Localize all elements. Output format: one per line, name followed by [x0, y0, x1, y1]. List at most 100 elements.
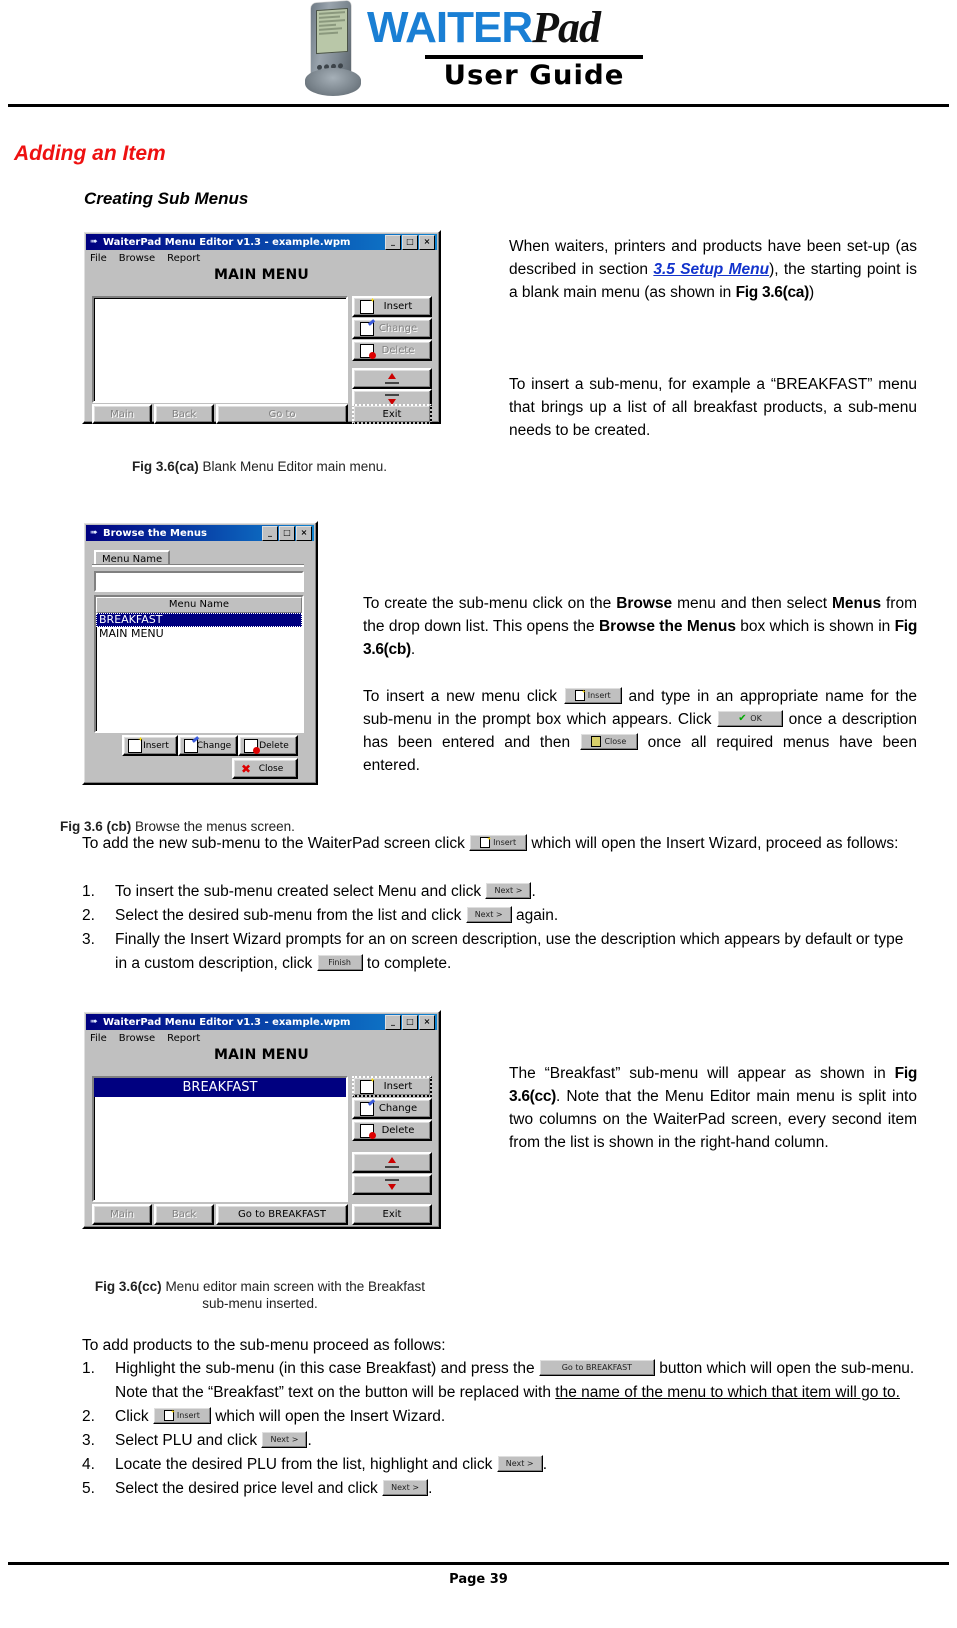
- close-button[interactable]: ×: [296, 525, 312, 541]
- window-title: Browse the Menus: [103, 527, 207, 539]
- menu-browse[interactable]: Browse: [119, 1033, 155, 1044]
- inline-ok-button[interactable]: ✔ OK: [717, 710, 784, 728]
- menu-report[interactable]: Report: [167, 253, 200, 264]
- door-exit-icon: [591, 736, 602, 748]
- menu-browse[interactable]: Browse: [119, 253, 155, 264]
- insert-button[interactable]: Insert: [352, 1076, 432, 1097]
- search-input[interactable]: [94, 571, 304, 592]
- paragraph-6: The “Breakfast” sub-menu will appear as …: [509, 1065, 917, 1151]
- list-item: 5. Select the desired price level and cl…: [82, 1479, 433, 1497]
- move-up-button[interactable]: [352, 1152, 432, 1173]
- titlebar: ➠ Browse the Menus _ □ ×: [86, 525, 314, 541]
- delete-button[interactable]: Delete: [352, 340, 432, 361]
- check-icon: ✔: [738, 713, 747, 725]
- menu-file[interactable]: File: [90, 253, 107, 264]
- list-item[interactable]: MAIN MENU: [96, 627, 302, 641]
- app-icon: ➠: [90, 1017, 98, 1027]
- inline-next-button[interactable]: Next >: [382, 1479, 429, 1497]
- arrow-down-icon: [385, 1179, 399, 1190]
- main-button[interactable]: Main: [92, 1204, 152, 1225]
- new-document-icon: [163, 1410, 174, 1422]
- menu-file[interactable]: File: [90, 1033, 107, 1044]
- screen-title: MAIN MENU: [214, 1047, 309, 1063]
- screen-title: MAIN MENU: [214, 267, 309, 283]
- inline-close-button[interactable]: Close: [579, 733, 638, 751]
- menu-report[interactable]: Report: [167, 1033, 200, 1044]
- exit-button[interactable]: Exit: [352, 1204, 432, 1225]
- inline-next-button[interactable]: Next >: [465, 906, 512, 924]
- change-button[interactable]: Change: [178, 735, 238, 756]
- inline-next-button[interactable]: Next >: [485, 882, 532, 900]
- inline-insert-button[interactable]: Insert: [563, 687, 622, 705]
- figure-cc-caption: Fig 3.6(cc) Menu editor main screen with…: [70, 1278, 450, 1312]
- close-button[interactable]: ✖ Close: [232, 758, 298, 779]
- column-header-menu-name: Menu Name: [96, 597, 302, 613]
- section-subtitle: Creating Sub Menus: [84, 189, 249, 208]
- list-item-breakfast[interactable]: BREAKFAST: [94, 1078, 346, 1097]
- inline-next-button[interactable]: Next >: [261, 1431, 308, 1449]
- paragraph-1: When waiters, printers and products have…: [509, 238, 917, 301]
- inline-next-button[interactable]: Next >: [496, 1455, 543, 1473]
- inline-insert-button[interactable]: Insert: [152, 1407, 211, 1425]
- delete-button[interactable]: Delete: [352, 1120, 432, 1141]
- figure-cc-text-line2: sub-menu inserted.: [202, 1296, 318, 1311]
- exit-button[interactable]: Exit: [352, 404, 432, 424]
- list-item[interactable]: BREAKFAST: [96, 613, 302, 627]
- page-title: Adding an Item: [14, 142, 166, 165]
- close-button[interactable]: ×: [419, 234, 435, 250]
- delete-icon: [244, 738, 260, 754]
- move-up-button[interactable]: [352, 368, 432, 389]
- maximize-button[interactable]: □: [402, 1014, 418, 1030]
- new-document-icon: [574, 690, 585, 702]
- brand-lockup: WAITERPad User Guide: [367, 6, 645, 90]
- window-title: WaiterPad Menu Editor v1.3 - example.wpm: [103, 236, 351, 248]
- back-button[interactable]: Back: [154, 1204, 214, 1225]
- goto-button[interactable]: Go to: [216, 404, 348, 424]
- menubar: File Browse Report: [84, 1030, 439, 1046]
- footer-rule: [8, 1562, 949, 1565]
- figure-ca-label: Fig 3.6(ca): [131, 459, 199, 474]
- brand-secondary: Pad: [532, 3, 601, 52]
- figure-ca-window: ➠ WaiterPad Menu Editor v1.3 - example.w…: [82, 230, 441, 424]
- maximize-button[interactable]: □: [279, 525, 295, 541]
- insert-button[interactable]: Insert: [352, 296, 432, 317]
- main-button[interactable]: Main: [92, 404, 152, 424]
- menu-list[interactable]: BREAKFAST: [92, 1076, 348, 1202]
- ordered-list-2: 1. Highlight the sub-menu (in this case …: [82, 1357, 917, 1501]
- pda-device-icon: [305, 0, 361, 98]
- titlebar: ➠ WaiterPad Menu Editor v1.3 - example.w…: [86, 234, 437, 250]
- inline-insert-button[interactable]: Insert: [469, 834, 528, 852]
- close-button[interactable]: ×: [419, 1014, 435, 1030]
- list-item: 3. Finally the Insert Wizard prompts for…: [82, 931, 904, 972]
- insert-button[interactable]: Insert: [122, 735, 178, 756]
- minimize-button[interactable]: _: [262, 525, 278, 541]
- new-document-icon: [128, 738, 142, 753]
- goto-breakfast-button[interactable]: Go to BREAKFAST: [216, 1204, 348, 1225]
- window-title: WaiterPad Menu Editor v1.3 - example.wpm: [103, 1016, 351, 1028]
- move-down-button[interactable]: [352, 1174, 432, 1195]
- inline-goto-breakfast-button[interactable]: Go to BREAKFAST: [538, 1359, 655, 1377]
- figure-cc-text-line1: Menu editor main screen with the Breakfa…: [161, 1279, 426, 1294]
- delete-icon: [360, 343, 376, 359]
- new-document-icon: [360, 1079, 374, 1094]
- waiterpad-logo: WAITERPad User Guide: [305, 0, 645, 98]
- paragraph-7: To add products to the sub-menu proceed …: [82, 1337, 446, 1354]
- inline-finish-button[interactable]: Finish: [316, 954, 363, 972]
- ordered-list-1: 1. To insert the sub-menu created select…: [82, 880, 917, 976]
- list-item: 2. Click Insert which will open the Inse…: [82, 1407, 446, 1425]
- new-document-icon: [480, 837, 491, 849]
- header-rule: [8, 104, 949, 107]
- minimize-button[interactable]: _: [385, 1014, 401, 1030]
- back-button[interactable]: Back: [154, 404, 214, 424]
- menu-name-list[interactable]: Menu Name BREAKFAST MAIN MENU: [94, 595, 304, 733]
- change-button[interactable]: Change: [352, 1098, 432, 1119]
- paragraph-4: To insert a new menu click Insert and ty…: [363, 687, 918, 774]
- delete-button[interactable]: Delete: [238, 735, 298, 756]
- menu-list[interactable]: [92, 296, 348, 403]
- minimize-button[interactable]: _: [385, 234, 401, 250]
- list-item: 2. Select the desired sub-menu from the …: [82, 906, 559, 924]
- change-button[interactable]: Change: [352, 318, 432, 339]
- maximize-button[interactable]: □: [402, 234, 418, 250]
- titlebar: ➠ WaiterPad Menu Editor v1.3 - example.w…: [86, 1014, 437, 1030]
- setup-menu-link[interactable]: 3.5 Setup Menu: [653, 261, 769, 278]
